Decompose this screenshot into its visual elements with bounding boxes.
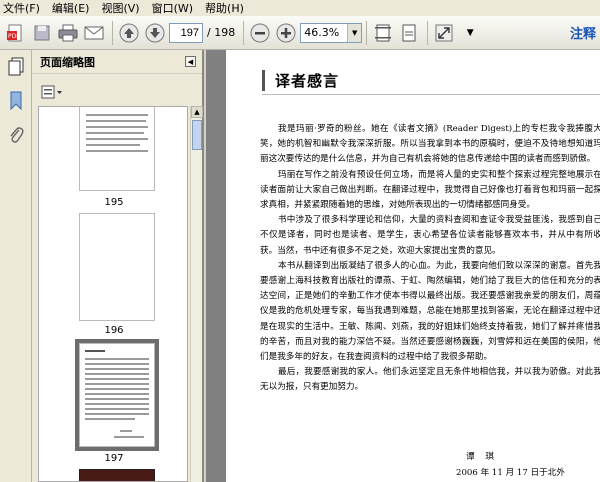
- menu-bar: 文件(F) 编辑(E) 视图(V) 窗口(W) 帮助(H): [0, 0, 600, 16]
- menu-view[interactable]: 视图(V): [101, 0, 139, 16]
- previous-page-button[interactable]: [117, 21, 141, 45]
- page-body: 我是玛丽·罗奇的粉丝。她在《读者文摘》(Reader Digest)上的专栏我令…: [260, 122, 600, 396]
- paragraph: 我是玛丽·罗奇的粉丝。她在《读者文摘》(Reader Digest)上的专栏我令…: [260, 124, 600, 165]
- paperclip-icon: [10, 127, 24, 143]
- chevron-down-icon[interactable]: ▼: [347, 23, 362, 42]
- create-pdf-icon: PDF: [7, 24, 22, 41]
- save-icon: [34, 25, 50, 40]
- scroll-up-arrow[interactable]: ▲: [191, 106, 203, 118]
- panel-options-button[interactable]: [40, 84, 64, 100]
- bookmarks-panel-button[interactable]: [5, 90, 27, 112]
- thumbnail-label: 195: [104, 197, 124, 208]
- page-heading: 译者感言: [262, 70, 339, 91]
- heading-underline: [262, 94, 600, 95]
- thumbnail-scrollbar[interactable]: ▲: [190, 106, 203, 482]
- thumbnail-label: 196: [104, 325, 124, 336]
- attachments-panel-button[interactable]: [5, 124, 27, 146]
- minus-circle-icon: [250, 23, 270, 42]
- document-page: 译者感言 我是玛丽·罗奇的粉丝。她在《读者文摘》(Reader Digest)上…: [226, 50, 600, 482]
- zoom-value: 46.3%: [304, 26, 340, 39]
- menu-help[interactable]: 帮助(H): [205, 0, 244, 16]
- expand-icon: [435, 24, 453, 41]
- paragraph: 本书从翻译到出版凝结了很多人的心血。为此，我要向他们致以深深的谢意。首先我要感谢…: [260, 260, 600, 363]
- page-thumbnail-198[interactable]: [79, 469, 155, 481]
- thumbnail-list: 195 196 197: [38, 106, 188, 482]
- fit-width-button[interactable]: [397, 21, 421, 45]
- page-thumbnail-197[interactable]: [79, 343, 155, 447]
- page-thumbnail-194[interactable]: [79, 107, 155, 191]
- toolbar-separator: [427, 20, 429, 45]
- next-page-button[interactable]: [143, 21, 167, 45]
- triangle-left-icon: ◀: [187, 57, 194, 66]
- toolbar-separator: [112, 20, 113, 45]
- print-icon: [58, 24, 78, 41]
- zoom-select[interactable]: 46.3% ▼: [300, 22, 363, 43]
- bookmark-icon: [10, 91, 22, 111]
- panel-title: 页面缩略图: [40, 55, 95, 69]
- page-thumbnail-196[interactable]: [79, 213, 155, 321]
- fit-page-button[interactable]: [371, 21, 395, 45]
- comments-button[interactable]: 注释: [570, 23, 596, 42]
- zoom-out-button[interactable]: [248, 21, 272, 45]
- document-view: 译者感言 我是玛丽·罗奇的粉丝。她在《读者文摘》(Reader Digest)上…: [206, 50, 600, 482]
- zoom-in-button[interactable]: [274, 21, 298, 45]
- translator-signature: 谭 琪: [466, 452, 498, 462]
- navigation-strip: [0, 50, 32, 482]
- signature-date: 2006 年 11 月 17 日于北外: [456, 468, 565, 478]
- menu-file[interactable]: 文件(F): [3, 0, 40, 16]
- toolbar-separator: [366, 20, 368, 45]
- toolbar-options-button[interactable]: ▼: [458, 21, 482, 45]
- fit-width-icon: [402, 24, 416, 41]
- print-button[interactable]: [56, 21, 80, 45]
- svg-text:PDF: PDF: [8, 33, 20, 40]
- pages-icon: [8, 57, 24, 76]
- email-icon: [84, 26, 104, 39]
- page-count: / 198: [207, 26, 236, 39]
- plus-circle-icon: [276, 23, 296, 42]
- collapse-panel-button[interactable]: ◀: [185, 56, 196, 67]
- toolbar: PDF / 198 46.3% ▼ ▼ 注释: [0, 16, 600, 50]
- arrow-down-circle-icon: [145, 23, 165, 42]
- page-number-input[interactable]: [169, 22, 203, 43]
- save-button[interactable]: [30, 21, 54, 45]
- pages-panel-button[interactable]: [5, 56, 27, 78]
- create-pdf-button[interactable]: PDF: [4, 21, 28, 45]
- email-button[interactable]: [82, 21, 106, 45]
- menu-window[interactable]: 窗口(W): [152, 0, 193, 16]
- toolbar-separator: [243, 20, 245, 45]
- fit-page-icon: [375, 24, 392, 41]
- paragraph: 最后，我要感谢我的家人。他们永远坚定且无条件地相信我，并以我为骄傲。对此我无以为…: [260, 367, 600, 393]
- page-thumbnails-panel: 页面缩略图 ◀ 195 196 197 ▲: [32, 50, 204, 482]
- full-screen-button[interactable]: [432, 21, 456, 45]
- paragraph: 书中涉及了很多科学理论和信仰，大量的资料查阅和查证令我受益匪浅，我感到自己不仅是…: [260, 215, 600, 256]
- arrow-up-circle-icon: [119, 23, 139, 42]
- scroll-thumb[interactable]: [192, 120, 202, 150]
- thumbnail-label: 197: [104, 453, 124, 464]
- options-list-icon: [41, 85, 62, 99]
- paragraph: 玛丽在写作之前没有预设任何立场，而是将人量的史实和整个探索过程完整地展示在读者面…: [260, 169, 600, 211]
- panel-header: 页面缩略图: [32, 50, 202, 74]
- triangle-down-icon: ▼: [466, 27, 474, 38]
- menu-edit[interactable]: 编辑(E): [52, 0, 90, 16]
